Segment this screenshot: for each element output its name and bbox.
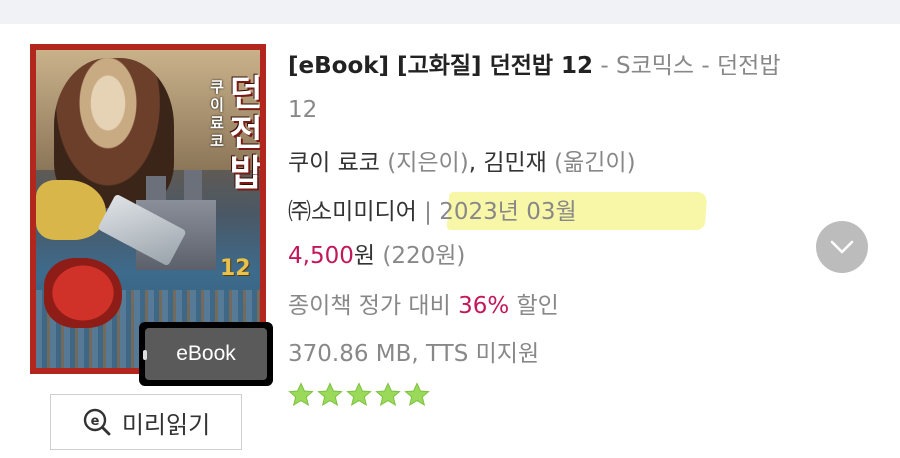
cover-artwork: 쿠이료코 던전밥 12 xyxy=(36,50,260,368)
preview-button[interactable]: e 미리읽기 xyxy=(50,394,242,450)
ebook-badge-label: eBook xyxy=(176,342,236,365)
svg-text:e: e xyxy=(90,414,99,429)
star-icon xyxy=(404,382,430,407)
star-icon xyxy=(317,382,343,407)
book-title-main: [eBook] [고화질] 던전밥 12 xyxy=(288,53,594,79)
star-icon xyxy=(288,382,314,407)
price-line: 4,500원 (220원) xyxy=(288,236,465,270)
price-value: 4,500 xyxy=(288,243,354,269)
publish-date: 2023년 03월 xyxy=(439,199,577,225)
cover-dragon xyxy=(44,258,122,328)
author-role-2: (옮긴이) xyxy=(554,150,636,176)
file-info: 370.86 MB, TTS 미지원 xyxy=(288,341,540,367)
author-name-1[interactable]: 쿠이 료코 xyxy=(288,150,380,176)
cover-title-text: 던전밥 xyxy=(229,73,260,194)
discount-rate: 36% xyxy=(458,293,510,319)
preview-label: 미리읽기 xyxy=(121,410,211,439)
publisher-line: ㈜소미미디어 | 2023년 03월 xyxy=(288,199,577,225)
author-line: 쿠이 료코 (지은이), 김민재 (옮긴이) xyxy=(288,150,636,176)
star-icon xyxy=(375,382,401,407)
chevron-down-icon xyxy=(830,240,854,254)
cover-author-text: 쿠이료코 xyxy=(210,78,224,150)
author-role-1: (지은이) xyxy=(387,150,469,176)
discount-line: 종이책 정가 대비 36% 할인 xyxy=(288,293,559,319)
expand-button[interactable] xyxy=(816,221,868,273)
price-unit: 원 xyxy=(353,243,376,269)
author-name-2[interactable]: 김민재 xyxy=(483,150,546,176)
point-value: (220원) xyxy=(375,243,466,269)
top-divider-strip xyxy=(0,0,900,24)
ebook-badge: eBook xyxy=(139,322,273,386)
rating-stars xyxy=(288,382,430,408)
book-info: [eBook] [고화질] 던전밥 12 - S코믹스 - 던전밥 12 xyxy=(288,44,818,132)
star-icon xyxy=(346,382,372,407)
cover-volume-number: 12 xyxy=(220,256,251,281)
publisher-name[interactable]: ㈜소미미디어 xyxy=(288,199,417,225)
book-title[interactable]: [eBook] [고화질] 던전밥 12 - S코믹스 - 던전밥 12 xyxy=(288,44,808,132)
e-search-icon: e xyxy=(83,408,111,436)
